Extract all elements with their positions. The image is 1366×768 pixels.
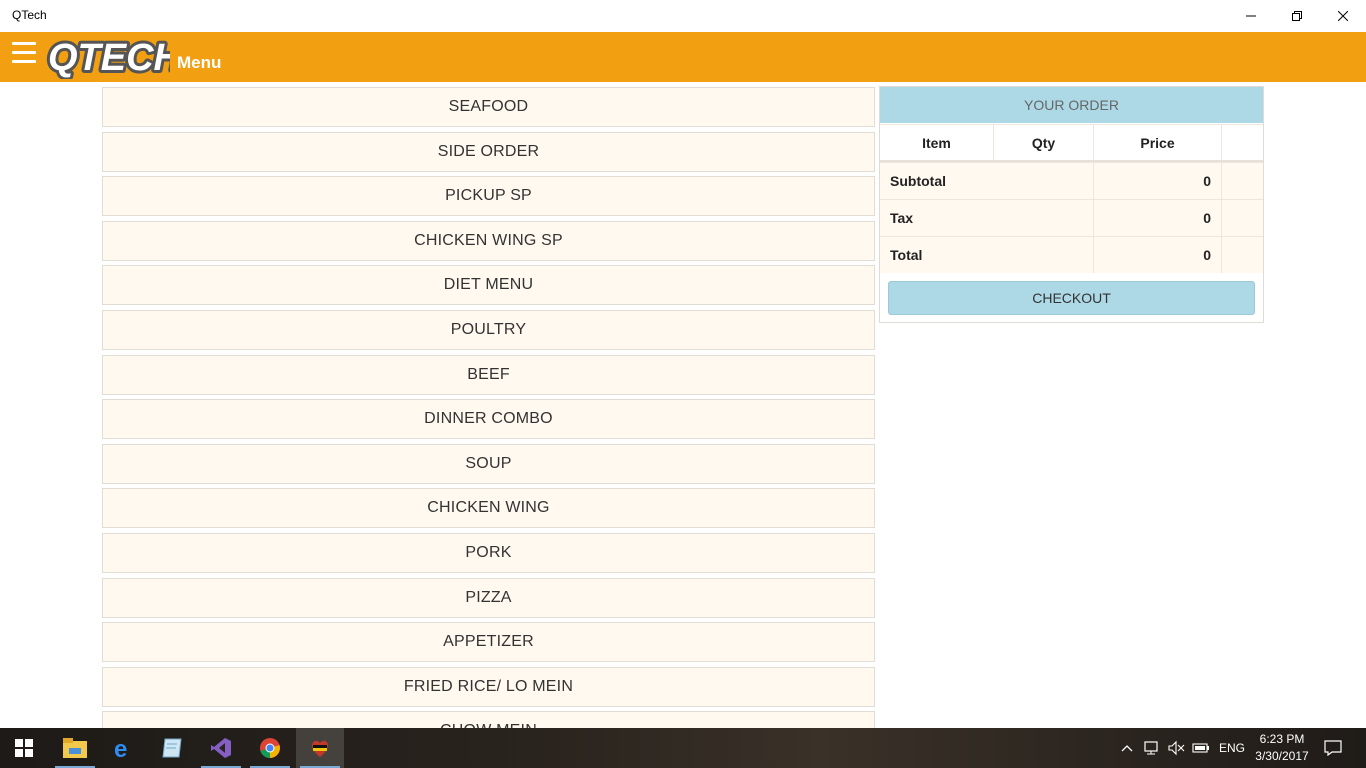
subtotal-value: 0 xyxy=(1094,163,1222,199)
visual-studio-icon xyxy=(211,738,231,758)
order-panel: YOUR ORDER Item Qty Price Subtotal 0 Tax… xyxy=(879,86,1264,323)
restore-icon xyxy=(1292,11,1302,21)
page-title: Menu xyxy=(177,53,222,72)
taskbar-notepad[interactable] xyxy=(148,728,196,768)
category-button-pork[interactable]: PORK xyxy=(102,532,875,573)
category-button-soup[interactable]: SOUP xyxy=(102,443,875,484)
category-button-seafood[interactable]: SEAFOOD xyxy=(102,87,875,127)
minimize-button[interactable] xyxy=(1228,0,1274,32)
window-title: QTech xyxy=(12,8,47,22)
taskbar-visual-studio[interactable] xyxy=(197,728,245,768)
category-button-fried-rice-lo-mein[interactable]: FRIED RICE/ LO MEIN xyxy=(102,666,875,707)
tax-label: Tax xyxy=(880,200,1094,236)
close-button[interactable] xyxy=(1320,0,1366,32)
column-header-item: Item xyxy=(880,125,994,160)
category-button-beef[interactable]: BEEF xyxy=(102,354,875,395)
clock-time: 6:23 PM xyxy=(1259,732,1305,746)
category-button-diet-menu[interactable]: DIET MENU xyxy=(102,265,875,306)
category-button-chicken-wing[interactable]: CHICKEN WING xyxy=(102,488,875,529)
order-header: YOUR ORDER xyxy=(880,87,1263,123)
tax-value: 0 xyxy=(1094,200,1222,236)
total-value: 0 xyxy=(1094,237,1222,273)
category-list: SEAFOOD SIDE ORDER PICKUP SP CHICKEN WIN… xyxy=(102,87,875,728)
column-header-qty: Qty xyxy=(994,125,1094,160)
chrome-icon xyxy=(260,738,280,758)
taskbar-qtech-app[interactable] xyxy=(296,728,344,768)
category-button-dinner-combo[interactable]: DINNER COMBO xyxy=(102,399,875,440)
svg-text:e: e xyxy=(114,737,127,759)
category-button-poultry[interactable]: POULTRY xyxy=(102,309,875,350)
tax-row: Tax 0 xyxy=(880,199,1263,236)
minimize-icon xyxy=(1246,15,1256,17)
taskbar-chrome[interactable] xyxy=(246,728,294,768)
subtotal-label: Subtotal xyxy=(880,163,1094,199)
category-button-chow-mein[interactable]: CHOW MEIN xyxy=(102,711,875,728)
notepad-icon xyxy=(162,738,182,758)
windows-start-icon xyxy=(15,739,33,757)
file-explorer-icon xyxy=(63,738,87,758)
taskbar: e ENG 6:23 PM 3/30/2017 xyxy=(0,728,1366,768)
app-header: QTECH QTECH Menu xyxy=(0,32,1366,82)
clock-date: 3/30/2017 xyxy=(1255,749,1309,763)
network-icon[interactable] xyxy=(1144,740,1162,756)
svg-text:QTECH: QTECH xyxy=(48,37,170,79)
start-button[interactable] xyxy=(0,728,48,768)
category-button-pickup-sp[interactable]: PICKUP SP xyxy=(102,176,875,217)
total-row: Total 0 xyxy=(880,236,1263,273)
volume-muted-icon[interactable] xyxy=(1168,740,1186,756)
system-tray xyxy=(1120,728,1134,768)
qtech-logo: QTECH QTECH xyxy=(46,35,170,79)
category-button-side-order[interactable]: SIDE ORDER xyxy=(102,131,875,172)
taskbar-edge[interactable]: e xyxy=(100,728,148,768)
column-header-price: Price xyxy=(1094,125,1222,160)
edge-icon: e xyxy=(114,737,127,759)
column-header-action xyxy=(1222,125,1263,160)
subtotal-row: Subtotal 0 xyxy=(880,162,1263,199)
chevron-up-icon[interactable] xyxy=(1120,741,1134,755)
close-icon xyxy=(1338,11,1348,21)
total-label: Total xyxy=(880,237,1094,273)
checkout-button[interactable]: CHECKOUT xyxy=(888,281,1255,315)
category-button-pizza[interactable]: PIZZA xyxy=(102,577,875,618)
order-table-header: Item Qty Price xyxy=(880,124,1263,162)
battery-icon[interactable] xyxy=(1192,740,1210,756)
restore-button[interactable] xyxy=(1274,0,1320,32)
category-button-chicken-wing-sp[interactable]: CHICKEN WING SP xyxy=(102,220,875,261)
category-button-appetizer[interactable]: APPETIZER xyxy=(102,622,875,663)
language-indicator[interactable]: ENG xyxy=(1219,728,1245,768)
window-title-bar: QTech xyxy=(0,0,1366,32)
qtech-app-icon xyxy=(312,740,328,757)
taskbar-clock[interactable]: 6:23 PM 3/30/2017 xyxy=(1252,731,1312,765)
action-center-icon[interactable] xyxy=(1324,740,1342,756)
taskbar-file-explorer[interactable] xyxy=(51,728,99,768)
hamburger-menu-icon[interactable] xyxy=(12,42,38,64)
